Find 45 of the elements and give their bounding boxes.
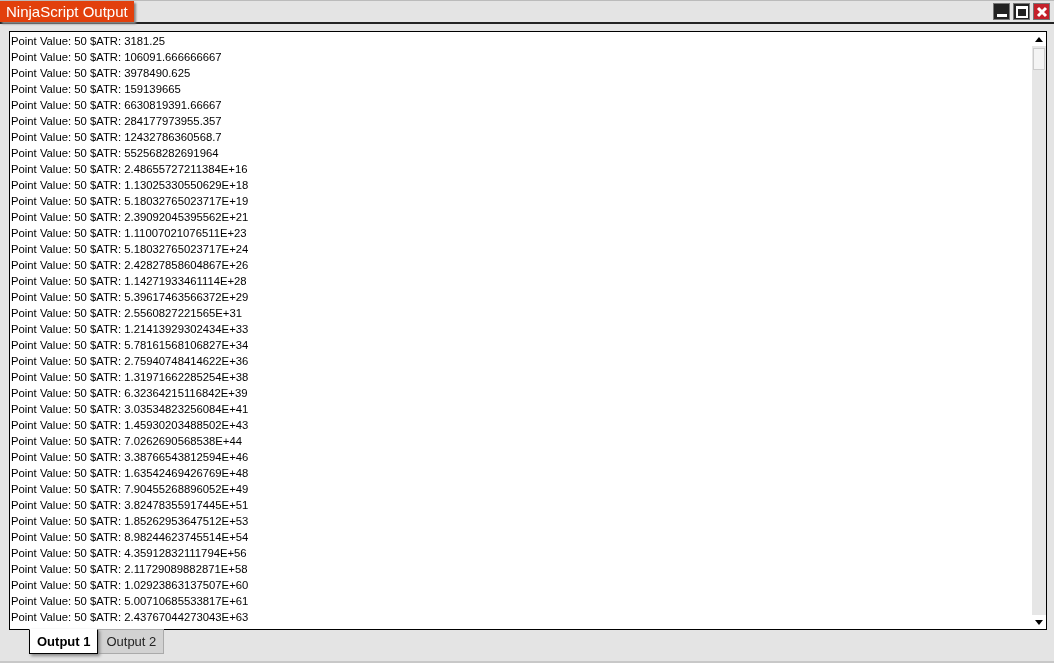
output-line: Point Value: 50 $ATR: 2.48655727211384E+16 [10, 162, 249, 177]
output-tab[interactable]: Output 1 [29, 629, 99, 654]
output-line: Point Value: 50 $ATR: 5.39617463566372E+29 [10, 290, 250, 305]
output-line: Point Value: 50 $ATR: 5.18032765023717E+19 [10, 194, 250, 209]
output-line: Point Value: 50 $ATR: 12432786360568.7 [10, 130, 223, 145]
output-line: Point Value: 50 $ATR: 8.98244623745514E+54 [10, 530, 250, 545]
output-line: Point Value: 50 $ATR: 3.03534823256084E+41 [10, 402, 250, 417]
output-line: Point Value: 50 $ATR: 3181.25 [10, 34, 167, 49]
output-line: Point Value: 50 $ATR: 6.32364215116842E+39 [10, 386, 249, 401]
output-line: Point Value: 50 $ATR: 4.35912832111794E+56 [10, 546, 248, 561]
output-tab[interactable]: Output 2 [98, 629, 165, 654]
output-line: Point Value: 50 $ATR: 3.82478355917445E+51 [10, 498, 250, 513]
output-line: Point Value: 50 $ATR: 5.00710685533817E+61 [10, 594, 250, 609]
output-line: Point Value: 50 $ATR: 2.42827858604867E+26 [10, 258, 250, 273]
output-line: Point Value: 50 $ATR: 3978490.625 [10, 66, 192, 81]
minimize-button[interactable] [993, 3, 1010, 20]
output-line: Point Value: 50 $ATR: 1.14271933461114E+28 [10, 274, 248, 289]
output-line: Point Value: 50 $ATR: 1.31971662285254E+38 [10, 370, 250, 385]
maximize-button[interactable] [1013, 3, 1030, 20]
output-line: Point Value: 50 $ATR: 5.18032765023717E+24 [10, 242, 250, 257]
output-line: Point Value: 50 $ATR: 1.21413929302434E+33 [10, 322, 250, 337]
output-line: Point Value: 50 $ATR: 7.0262690568538E+44 [10, 434, 244, 449]
output-line: Point Value: 50 $ATR: 1.63542469426769E+48 [10, 466, 250, 481]
output-line: Point Value: 50 $ATR: 1.02923863137507E+60 [10, 578, 250, 593]
output-line: Point Value: 50 $ATR: 106091.666666667 [10, 50, 223, 65]
scrollbar[interactable] [1032, 32, 1046, 629]
output-line: Point Value: 50 $ATR: 1.45930203488502E+43 [10, 418, 250, 433]
output-line: Point Value: 50 $ATR: 284177973955.357 [10, 114, 223, 129]
output-line: Point Value: 50 $ATR: 1.13025330550629E+18 [10, 178, 250, 193]
output-line: Point Value: 50 $ATR: 2.75940748414622E+36 [10, 354, 250, 369]
output-line: Point Value: 50 $ATR: 1.85262953647512E+53 [10, 514, 250, 529]
output-line: Point Value: 50 $ATR: 6630819391.66667 [10, 98, 223, 113]
output-line: Point Value: 50 $ATR: 7.90455268896052E+49 [10, 482, 250, 497]
window-title: NinjaScript Output [0, 1, 134, 22]
output-line: Point Value: 50 $ATR: 5.78161568106827E+34 [10, 338, 250, 353]
scroll-thumb[interactable] [1033, 48, 1045, 70]
output-line: Point Value: 50 $ATR: 552568282691964 [10, 146, 220, 161]
output-line: Point Value: 50 $ATR: 2.5560827221565E+31 [10, 306, 244, 321]
close-button[interactable] [1033, 3, 1050, 20]
output-line: Point Value: 50 $ATR: 1.11007021076511E+23 [10, 226, 248, 241]
output-line: Point Value: 50 $ATR: 2.43767044273043E+63 [10, 610, 250, 625]
output-line: Point Value: 50 $ATR: 2.11729089882871E+58 [10, 562, 249, 577]
output-line: Point Value: 50 $ATR: 159139665 [10, 82, 182, 97]
output-line: Point Value: 50 $ATR: 3.38766543812594E+46 [10, 450, 250, 465]
output-line: Point Value: 50 $ATR: 2.39092045395562E+21 [10, 210, 250, 225]
